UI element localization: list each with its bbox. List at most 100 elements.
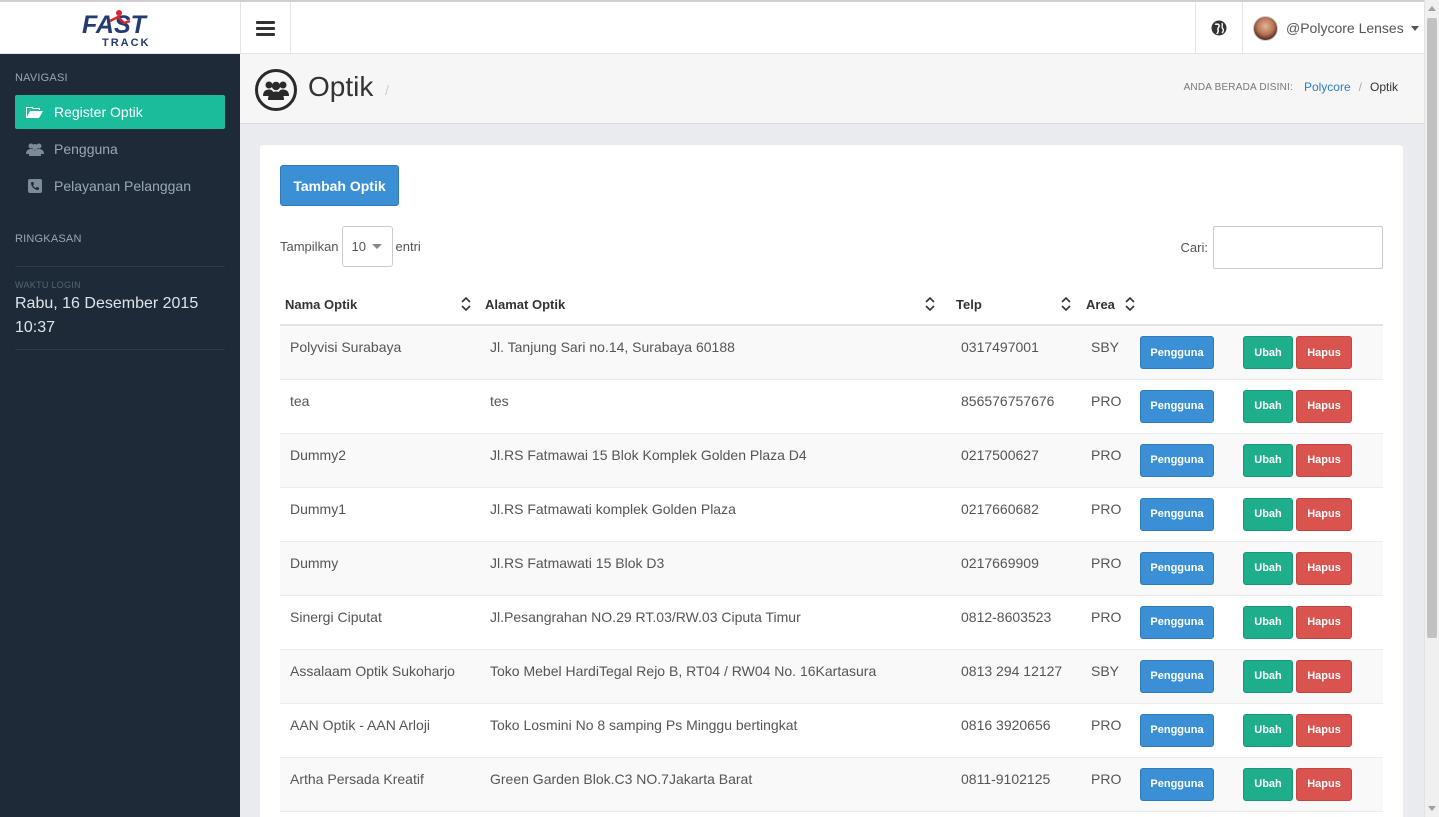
caret-down-icon [372,244,382,249]
cell-area: PRO [1081,433,1137,488]
menu-toggle-button[interactable] [240,2,291,54]
page-header: Optik / ANDA BERADA DISINI: Polycore / O… [240,54,1424,124]
user-name: @Polycore Lenses [1286,20,1404,36]
user-menu[interactable]: @Polycore Lenses [1244,2,1424,54]
delete-button[interactable]: Hapus [1296,767,1352,801]
cell-area: PRO [1081,757,1137,812]
sidebar-item-register-optik[interactable]: Register Optik [15,95,225,129]
pengguna-button[interactable]: Pengguna [1140,767,1214,801]
cell-name: Dummy1 [280,487,480,542]
entries-label: entri [395,239,421,254]
column-header-telp[interactable]: Telp [951,285,1081,326]
delete-button[interactable]: Hapus [1296,605,1352,639]
cell-address: Jl.Pesangrahan NO.29 RT.03/RW.03 Ciputa … [480,595,951,650]
cell-address: Jl.RS Fatmawati 15 Blok D3 [480,541,951,596]
page-length-select[interactable]: 10 [341,226,393,267]
column-header-actions-2 [1237,285,1383,326]
column-header-area[interactable]: Area [1081,285,1137,326]
edit-button[interactable]: Ubah [1243,713,1293,747]
sidebar-item-label: Register Optik [54,104,143,120]
folder-open-icon [25,106,44,119]
delete-button[interactable]: Hapus [1296,713,1352,747]
search-input[interactable] [1213,226,1383,269]
table-body: Polyvisi Surabaya Jl. Tanjung Sari no.14… [280,325,1383,812]
delete-button[interactable]: Hapus [1296,389,1352,423]
table-row: Polyvisi Surabaya Jl. Tanjung Sari no.14… [280,325,1383,380]
cell-phone: 0812-8603523 [951,595,1081,650]
sidebar-item-pengguna[interactable]: Pengguna [15,132,225,166]
cell-area: PRO [1081,595,1137,650]
cell-phone: 0811-9102125 [951,757,1081,812]
show-label: Tampilkan [280,239,339,254]
breadcrumb-current: Optik [1369,80,1398,94]
pengguna-button[interactable]: Pengguna [1140,713,1214,747]
language-button[interactable] [1195,2,1243,54]
edit-button[interactable]: Ubah [1243,659,1293,693]
edit-button[interactable]: Ubah [1243,605,1293,639]
cell-name: Dummy [280,541,480,596]
page-length-control: Tampilkan 10 entri [280,226,421,267]
pengguna-button[interactable]: Pengguna [1140,551,1214,585]
sort-icon [461,296,471,314]
cell-address: Jl.RS Fatmawati komplek Golden Plaza [480,487,951,542]
pengguna-button[interactable]: Pengguna [1140,336,1214,369]
users-circle-icon [255,69,297,111]
cell-address: Toko Mebel HardiTegal Rejo B, RT04 / RW0… [480,649,951,704]
pengguna-button[interactable]: Pengguna [1140,497,1214,531]
pengguna-button[interactable]: Pengguna [1140,389,1214,423]
delete-button[interactable]: Hapus [1296,336,1352,369]
sidebar-item-pelayanan-pelanggan[interactable]: Pelayanan Pelanggan [15,169,225,203]
column-header-alamat[interactable]: Alamat Optik [480,285,951,326]
breadcrumb-link-polycore[interactable]: Polycore [1304,80,1351,94]
scroll-up-arrow-icon[interactable] [1428,6,1436,11]
fast-track-logo[interactable]: FAST TRACK [0,2,240,54]
optik-table: Nama Optik Alamat Optik Telp Area Polyvi… [280,285,1383,812]
delete-button[interactable]: Hapus [1296,497,1352,531]
table-row: Dummy Jl.RS Fatmawati 15 Blok D3 0217669… [280,541,1383,596]
cell-name: Assalaam Optik Sukoharjo [280,649,480,704]
sidebar-item-label: Pelayanan Pelanggan [54,178,192,194]
svg-text:TRACK: TRACK [102,37,151,49]
cell-name: AAN Optik - AAN Arloji [280,703,480,758]
cell-name: Dummy2 [280,433,480,488]
users-icon [25,142,44,156]
cell-address: Jl.RS Fatmawai 15 Blok Komplek Golden Pl… [480,433,951,488]
add-optik-button[interactable]: Tambah Optik [280,165,399,206]
cell-name: Polyvisi Surabaya [280,325,480,380]
scrollbar-thumb[interactable] [1427,18,1437,638]
sort-icon [925,296,935,314]
delete-button[interactable]: Hapus [1296,659,1352,693]
nav-heading: NAVIGASI [15,72,68,84]
cell-address: Toko Losmini No 8 samping Ps Minggu bert… [480,703,951,758]
delete-button[interactable]: Hapus [1296,551,1352,585]
edit-button[interactable]: Ubah [1243,767,1293,801]
delete-button[interactable]: Hapus [1296,443,1352,477]
edit-button[interactable]: Ubah [1243,389,1293,423]
scroll-down-arrow-icon[interactable] [1428,806,1436,811]
pengguna-button[interactable]: Pengguna [1140,605,1214,639]
hamburger-icon [256,20,275,36]
table-row: AAN Optik - AAN Arloji Toko Losmini No 8… [280,703,1383,758]
content-panel: Tambah Optik Tampilkan 10 entri Cari: Na… [260,145,1403,817]
svg-text:FAST: FAST [82,11,149,39]
table-row: Sinergi Ciputat Jl.Pesangrahan NO.29 RT.… [280,595,1383,650]
sidebar-item-label: Pengguna [54,141,118,157]
pengguna-button[interactable]: Pengguna [1140,443,1214,477]
summary-heading: RINGKASAN [15,233,82,245]
cell-phone: 0217500627 [951,433,1081,488]
cell-area: PRO [1081,487,1137,542]
avatar [1253,15,1278,41]
sort-icon [1125,296,1135,314]
page-scrollbar[interactable] [1424,0,1439,817]
sidebar: NAVIGASI Register Optik Pengguna Pelayan… [0,54,240,817]
edit-button[interactable]: Ubah [1243,443,1293,477]
edit-button[interactable]: Ubah [1243,551,1293,585]
page-title: Optik [308,71,374,102]
cell-phone: 0813 294 12127 [951,649,1081,704]
edit-button[interactable]: Ubah [1243,497,1293,531]
pengguna-button[interactable]: Pengguna [1140,659,1214,693]
cell-phone: 856576757676 [951,379,1081,434]
column-header-nama[interactable]: Nama Optik [280,285,480,326]
cell-phone: 0217669909 [951,541,1081,596]
edit-button[interactable]: Ubah [1243,336,1293,369]
